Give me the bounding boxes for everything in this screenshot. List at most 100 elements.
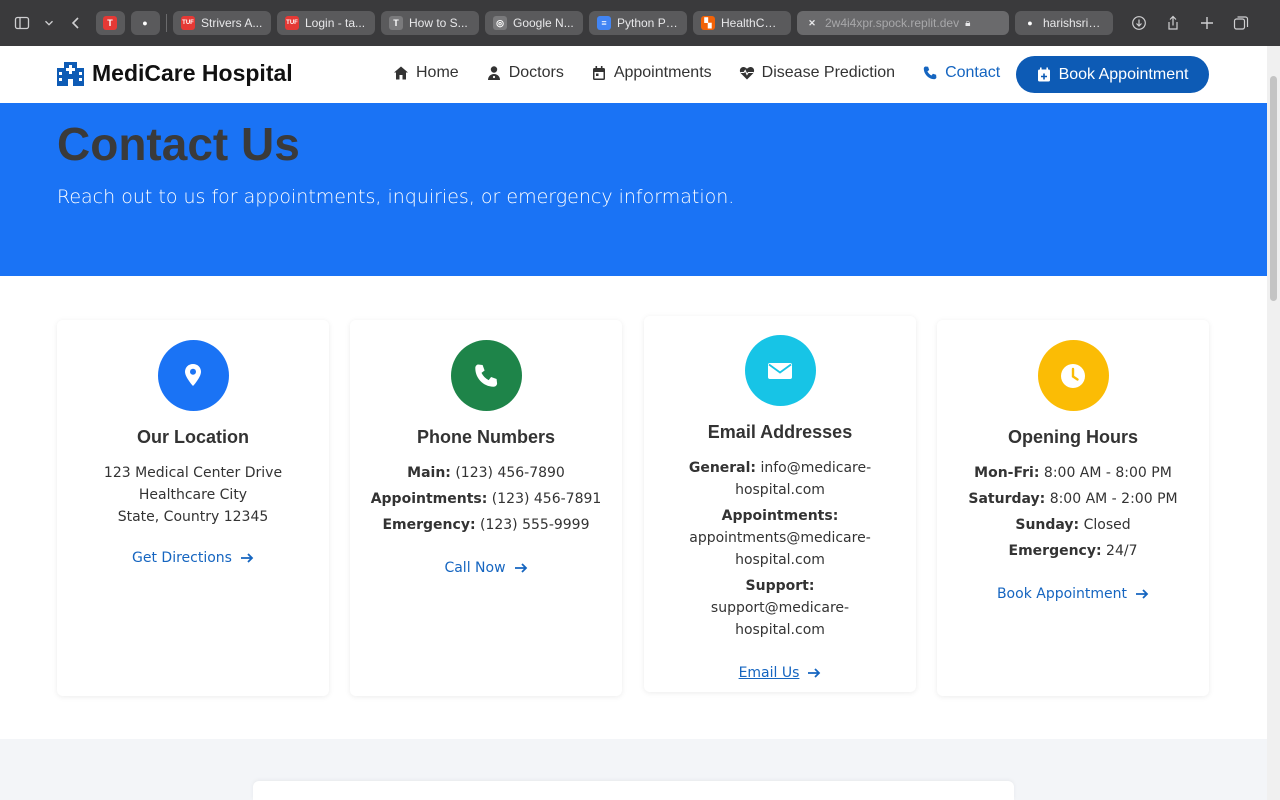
address: 123 Medical Center Drive Healthcare City… [57, 462, 329, 528]
call-now-link[interactable]: Call Now [444, 560, 527, 576]
download-icon[interactable] [1125, 11, 1153, 35]
phone-label: Appointments: [370, 491, 488, 507]
address-line: 123 Medical Center Drive [103, 465, 283, 481]
book-appointment-link-label: Book Appointment [996, 586, 1128, 602]
card-title: Our Location [137, 427, 249, 447]
hours-value: Closed [1083, 517, 1131, 533]
hours-value: 24/7 [1106, 543, 1138, 559]
hours-list: Mon-Fri: 8:00 AM - 8:00 PM Saturday: 8:0… [937, 462, 1209, 562]
home-icon [394, 66, 408, 80]
pinned-tab-github[interactable]: ● [131, 11, 160, 35]
calendar-plus-icon [1037, 67, 1050, 82]
arrow-right-icon [514, 563, 527, 573]
tab-label: Login - ta... [305, 16, 366, 30]
call-now-label: Call Now [444, 560, 506, 576]
page-title: Contact Us [57, 118, 300, 170]
sidebar-toggle-icon[interactable] [8, 11, 36, 35]
tab[interactable]: TUF Login - ta... [277, 11, 375, 35]
tab-label: harishsrid... [1043, 16, 1105, 30]
nav-link-disease-prediction[interactable]: Disease Prediction [739, 64, 895, 82]
back-icon[interactable] [62, 11, 90, 35]
nav-link-doctors[interactable]: Doctors [486, 64, 564, 82]
tab[interactable]: T How to S... [381, 11, 479, 35]
location-icon-circle [157, 340, 229, 411]
phone-number[interactable]: (123) 456-7891 [492, 491, 602, 507]
page-subtitle: Reach out to us for appointments, inquir… [57, 186, 735, 208]
tab-active[interactable]: ✕ 2w4i4xpr.spock.replit.dev 🔒︎ [797, 11, 1009, 35]
email-address[interactable]: info@medicare-hospital.com [735, 460, 871, 498]
tab[interactable]: TUF Strivers A... [173, 11, 271, 35]
book-appointment-link[interactable]: Book Appointment [997, 586, 1149, 602]
tab-label: HealthCar... [721, 16, 783, 30]
nav-link-home[interactable]: Home [393, 64, 459, 82]
tab[interactable]: ◎ Google N... [485, 11, 583, 35]
location-card: Our Location 123 Medical Center Drive He… [57, 320, 329, 696]
tab-favicon-icon: T [389, 16, 403, 30]
hours-row: Saturday: 8:00 AM - 2:00 PM [937, 488, 1209, 510]
phone-list: Main: (123) 456-7890 Appointments: (123)… [350, 462, 622, 536]
tab-label: Strivers A... [201, 16, 263, 30]
email-icon-circle [744, 335, 816, 406]
email-address[interactable]: appointments@medicare-hospital.com [689, 530, 871, 568]
book-appointment-label: Book Appointment [1058, 65, 1189, 83]
github-icon: ● [138, 16, 152, 30]
card-title: Opening Hours [1008, 427, 1138, 447]
phone-row: Emergency: (123) 555-9999 [350, 514, 622, 536]
phone-label: Main: [407, 465, 451, 481]
nav-link-label: Home [416, 64, 459, 81]
scrollbar-thumb[interactable] [1270, 76, 1277, 301]
tab[interactable]: ≡ Python Pr... [589, 11, 687, 35]
new-tab-icon[interactable] [1193, 11, 1221, 35]
chevron-down-icon[interactable] [42, 11, 56, 35]
email-address[interactable]: support@medicare-hospital.com [711, 600, 849, 638]
get-directions-label: Get Directions [132, 550, 232, 566]
tab-favicon-icon: ≡ [597, 16, 611, 30]
pinned-tab-tuf[interactable]: T [96, 11, 125, 35]
site-navbar: MediCare Hospital Home Doctors Appointme… [0, 46, 1267, 103]
email-label: Appointments: [721, 508, 839, 524]
tab-divider [166, 14, 167, 32]
close-tab-icon[interactable]: ✕ [805, 16, 819, 30]
nav-link-contact[interactable]: Contact [922, 64, 1000, 82]
tab[interactable]: ● harishsrid... [1015, 11, 1113, 35]
phone-number[interactable]: (123) 555-9999 [480, 517, 590, 533]
phone-label: Emergency: [382, 517, 476, 533]
hours-row: Sunday: Closed [937, 514, 1209, 536]
email-us-link[interactable]: Email Us [739, 665, 822, 681]
get-directions-link[interactable]: Get Directions [132, 550, 254, 566]
nav-link-label: Disease Prediction [761, 64, 896, 81]
book-appointment-button[interactable]: Book Appointment [1016, 56, 1209, 93]
share-icon[interactable] [1159, 11, 1187, 35]
calendar-icon [592, 66, 605, 80]
tab-overview-icon[interactable] [1227, 11, 1255, 35]
lock-icon: 🔒︎ [965, 17, 971, 29]
brand[interactable]: MediCare Hospital [57, 60, 293, 87]
email-list: General: info@medicare-hospital.com Appo… [644, 457, 916, 641]
phone-number[interactable]: (123) 456-7890 [455, 465, 565, 481]
hours-row: Emergency: 24/7 [937, 540, 1209, 562]
contact-cards-section: Our Location 123 Medical Center Drive He… [0, 276, 1267, 739]
hero-banner: Contact Us Reach out to us for appointme… [0, 103, 1267, 276]
email-label: General: [688, 460, 757, 476]
tab-favicon-icon: ● [1023, 16, 1037, 30]
email-us-label: Email Us [738, 665, 800, 681]
page-scrollbar[interactable] [1267, 46, 1280, 800]
hours-value: 8:00 AM - 2:00 PM [1049, 491, 1178, 507]
tab[interactable]: ▚ HealthCar... [693, 11, 791, 35]
nav-link-label: Appointments [613, 64, 712, 81]
clock-icon [1061, 363, 1085, 388]
nav-links: Home Doctors Appointments Disease Predic… [393, 64, 1000, 82]
tuf-icon: T [103, 16, 117, 30]
map-pin-icon [185, 363, 201, 386]
nav-link-appointments[interactable]: Appointments [591, 64, 712, 82]
user-doctor-icon [487, 66, 500, 80]
email-row: General: info@medicare-hospital.com [680, 457, 880, 501]
tab-favicon-icon: TUF [285, 16, 299, 30]
brand-name: MediCare Hospital [92, 60, 293, 86]
phone-icon [475, 364, 498, 387]
hospital-icon [57, 61, 84, 86]
nav-link-label: Contact [945, 64, 1001, 81]
hours-card: Opening Hours Mon-Fri: 8:00 AM - 8:00 PM… [937, 320, 1209, 696]
browser-toolbar: T ● TUF Strivers A... TUF Login - ta... TH… [0, 0, 1280, 46]
nav-link-label: Doctors [508, 64, 564, 81]
